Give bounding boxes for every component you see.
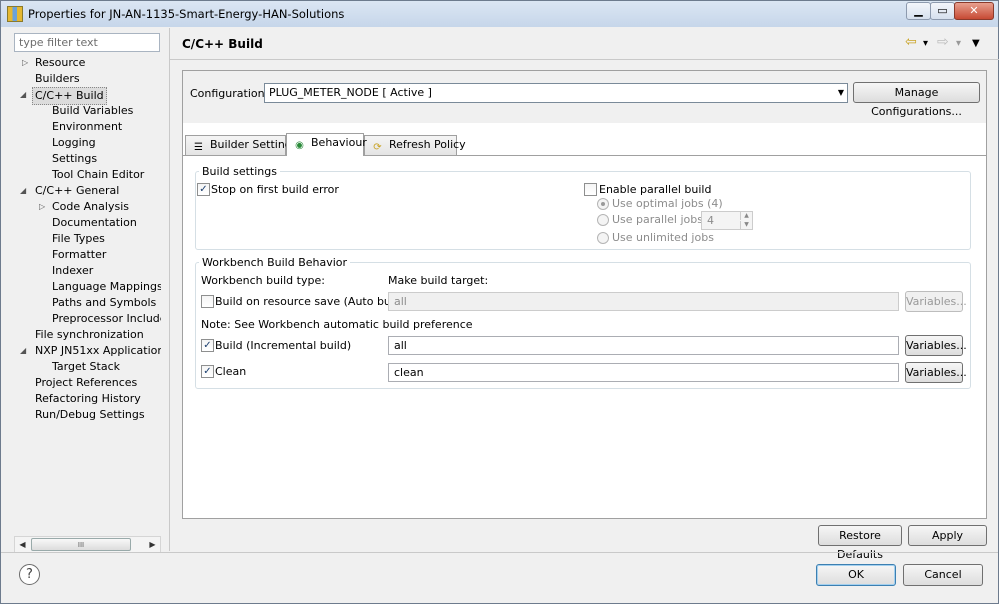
back-arrow-icon[interactable]: ⇦ <box>905 35 917 49</box>
sidebar-item-label: Settings <box>52 152 98 165</box>
parallel-build-label: Enable parallel build <box>599 183 712 196</box>
collapse-arrow-icon[interactable]: ◢ <box>20 183 30 199</box>
sidebar-horizontal-scrollbar[interactable]: ◀ III ▶ <box>14 536 161 553</box>
spin-down-icon[interactable]: ▼ <box>740 221 752 229</box>
expand-arrow-icon[interactable]: ▷ <box>22 55 32 71</box>
back-dropdown-icon[interactable]: ▾ <box>923 37 928 51</box>
unlimited-jobs-radio[interactable] <box>597 232 609 244</box>
auto-build-label: Build on resource save (Auto build) <box>215 295 409 308</box>
scroll-right-icon[interactable]: ▶ <box>145 537 160 552</box>
chevron-down-icon: ▼ <box>837 88 844 97</box>
configuration-select[interactable]: PLUG_METER_NODE [ Active ] ▼ <box>264 83 848 103</box>
auto-build-variables-button[interactable]: Variables... <box>905 291 967 312</box>
maximize-button[interactable]: ▭ <box>930 2 955 20</box>
clean-target-field[interactable]: clean <box>388 363 899 382</box>
sidebar-item-label: Indexer <box>52 264 94 277</box>
scroll-thumb[interactable]: III <box>31 538 131 551</box>
restore-defaults-button[interactable]: Restore Defaults <box>818 525 902 561</box>
stop-on-error-label: Stop on first build error <box>211 183 339 196</box>
sidebar-item-label: Code Analysis <box>52 200 129 213</box>
sidebar-item-label: Builders <box>35 72 80 85</box>
sidebar-item-label: Refactoring History <box>35 392 141 405</box>
panel-divider[interactable] <box>169 28 170 551</box>
sidebar-item-label: Documentation <box>52 216 137 229</box>
build-target-header: Make build target: <box>388 274 489 287</box>
optimal-jobs-label: Use optimal jobs (4) <box>612 197 723 210</box>
tab-builder-settings[interactable]: ☰ Builder Settings <box>185 135 298 155</box>
incremental-build-checkbox[interactable]: ✓ <box>201 339 214 352</box>
sidebar-item-label: File synchronization <box>35 328 144 341</box>
scroll-left-icon[interactable]: ◀ <box>15 537 30 552</box>
parallel-jobs-radio[interactable] <box>597 214 609 226</box>
build-type-header: Workbench build type: <box>201 274 325 287</box>
sidebar-item-label: NXP JN51xx Application <box>35 344 161 357</box>
behaviour-icon: ◉ <box>295 140 304 151</box>
tab-label: Builder Settings <box>210 138 298 151</box>
filter-input[interactable] <box>14 33 160 52</box>
tab-behaviour[interactable]: ◉ Behaviour <box>286 133 367 156</box>
manage-configurations-button[interactable]: Manage Configurations... <box>853 82 980 118</box>
unlimited-jobs-label: Use unlimited jobs <box>612 231 714 244</box>
apply-button[interactable]: Apply <box>908 525 987 546</box>
sidebar-item-label: Paths and Symbols <box>52 296 157 309</box>
refresh-icon: ⟳ <box>373 142 382 153</box>
view-menu-icon[interactable]: ▼ <box>972 37 980 51</box>
sidebar-item-label: Resource <box>35 56 86 69</box>
sidebar-item-label: Tool Chain Editor <box>52 168 145 181</box>
workbench-note: Note: See Workbench automatic build pref… <box>201 318 473 331</box>
auto-build-target-field[interactable]: all <box>388 292 899 311</box>
forward-arrow-icon[interactable]: ⇨ <box>937 35 949 49</box>
footer-separator <box>1 552 998 553</box>
incremental-build-target-field[interactable]: all <box>388 336 899 355</box>
collapse-arrow-icon[interactable]: ◢ <box>20 87 30 103</box>
sidebar-item-label: Logging <box>52 136 96 149</box>
clean-variables-button[interactable]: Variables... <box>905 362 967 383</box>
close-button[interactable]: ✕ <box>954 2 994 20</box>
collapse-arrow-icon[interactable]: ◢ <box>20 343 30 359</box>
build-settings-title: Build settings <box>199 165 280 178</box>
configuration-label: Configuration: <box>190 87 269 100</box>
sidebar-item-label: Project References <box>35 376 138 389</box>
sidebar-item-label: Formatter <box>52 248 107 261</box>
parallel-jobs-stepper[interactable]: 4 ▲ ▼ <box>701 211 753 230</box>
workbench-title: Workbench Build Behavior <box>199 256 351 269</box>
sidebar-item-label: Preprocessor Include Pa <box>52 312 161 325</box>
clean-checkbox[interactable]: ✓ <box>201 365 214 378</box>
category-tree: ▷ Resource Builders ◢ C/C++ Build Build … <box>15 55 161 535</box>
tab-label: Refresh Policy <box>389 138 466 151</box>
tab-label: Behaviour <box>311 136 367 149</box>
optimal-jobs-radio[interactable] <box>597 198 609 210</box>
window-title: Properties for JN-AN-1135-Smart-Energy-H… <box>28 7 345 21</box>
configuration-value: PLUG_METER_NODE [ Active ] <box>269 86 432 99</box>
title-bar[interactable]: Properties for JN-AN-1135-Smart-Energy-H… <box>1 1 998 27</box>
minimize-button[interactable]: ▁ <box>906 2 931 20</box>
builder-settings-icon: ☰ <box>194 142 203 153</box>
sidebar-item-label: Target Stack <box>52 360 120 373</box>
spin-up-icon[interactable]: ▲ <box>740 212 752 220</box>
ok-button[interactable]: OK <box>816 564 896 586</box>
tab-refresh-policy[interactable]: ⟳ Refresh Policy <box>364 135 466 155</box>
cancel-button[interactable]: Cancel <box>903 564 983 586</box>
properties-dialog: Properties for JN-AN-1135-Smart-Energy-H… <box>0 0 999 604</box>
parallel-jobs-value: 4 <box>707 214 714 227</box>
clean-label: Clean <box>215 365 247 378</box>
sidebar-item-label: Run/Debug Settings <box>35 408 145 421</box>
parallel-jobs-label: Use parallel jobs: <box>612 213 707 226</box>
help-icon[interactable]: ? <box>19 564 40 585</box>
page-title: C/C++ Build <box>182 37 263 51</box>
incremental-variables-button[interactable]: Variables... <box>905 335 967 356</box>
sidebar-item-label: C/C++ General <box>35 184 120 197</box>
app-icon <box>7 6 23 22</box>
auto-build-checkbox[interactable] <box>201 295 214 308</box>
header-separator <box>170 59 999 60</box>
expand-arrow-icon[interactable]: ▷ <box>39 199 49 215</box>
sidebar-item-label: Build Variables <box>52 104 134 117</box>
forward-dropdown-icon[interactable]: ▾ <box>956 37 961 51</box>
sidebar-item-label: Language Mappings <box>52 280 161 293</box>
stop-on-error-checkbox[interactable]: ✓ <box>197 183 210 196</box>
incremental-build-label: Build (Incremental build) <box>215 339 352 352</box>
sidebar-item-label: Environment <box>52 120 123 133</box>
parallel-build-checkbox[interactable] <box>584 183 597 196</box>
sidebar-item-label: File Types <box>52 232 105 245</box>
